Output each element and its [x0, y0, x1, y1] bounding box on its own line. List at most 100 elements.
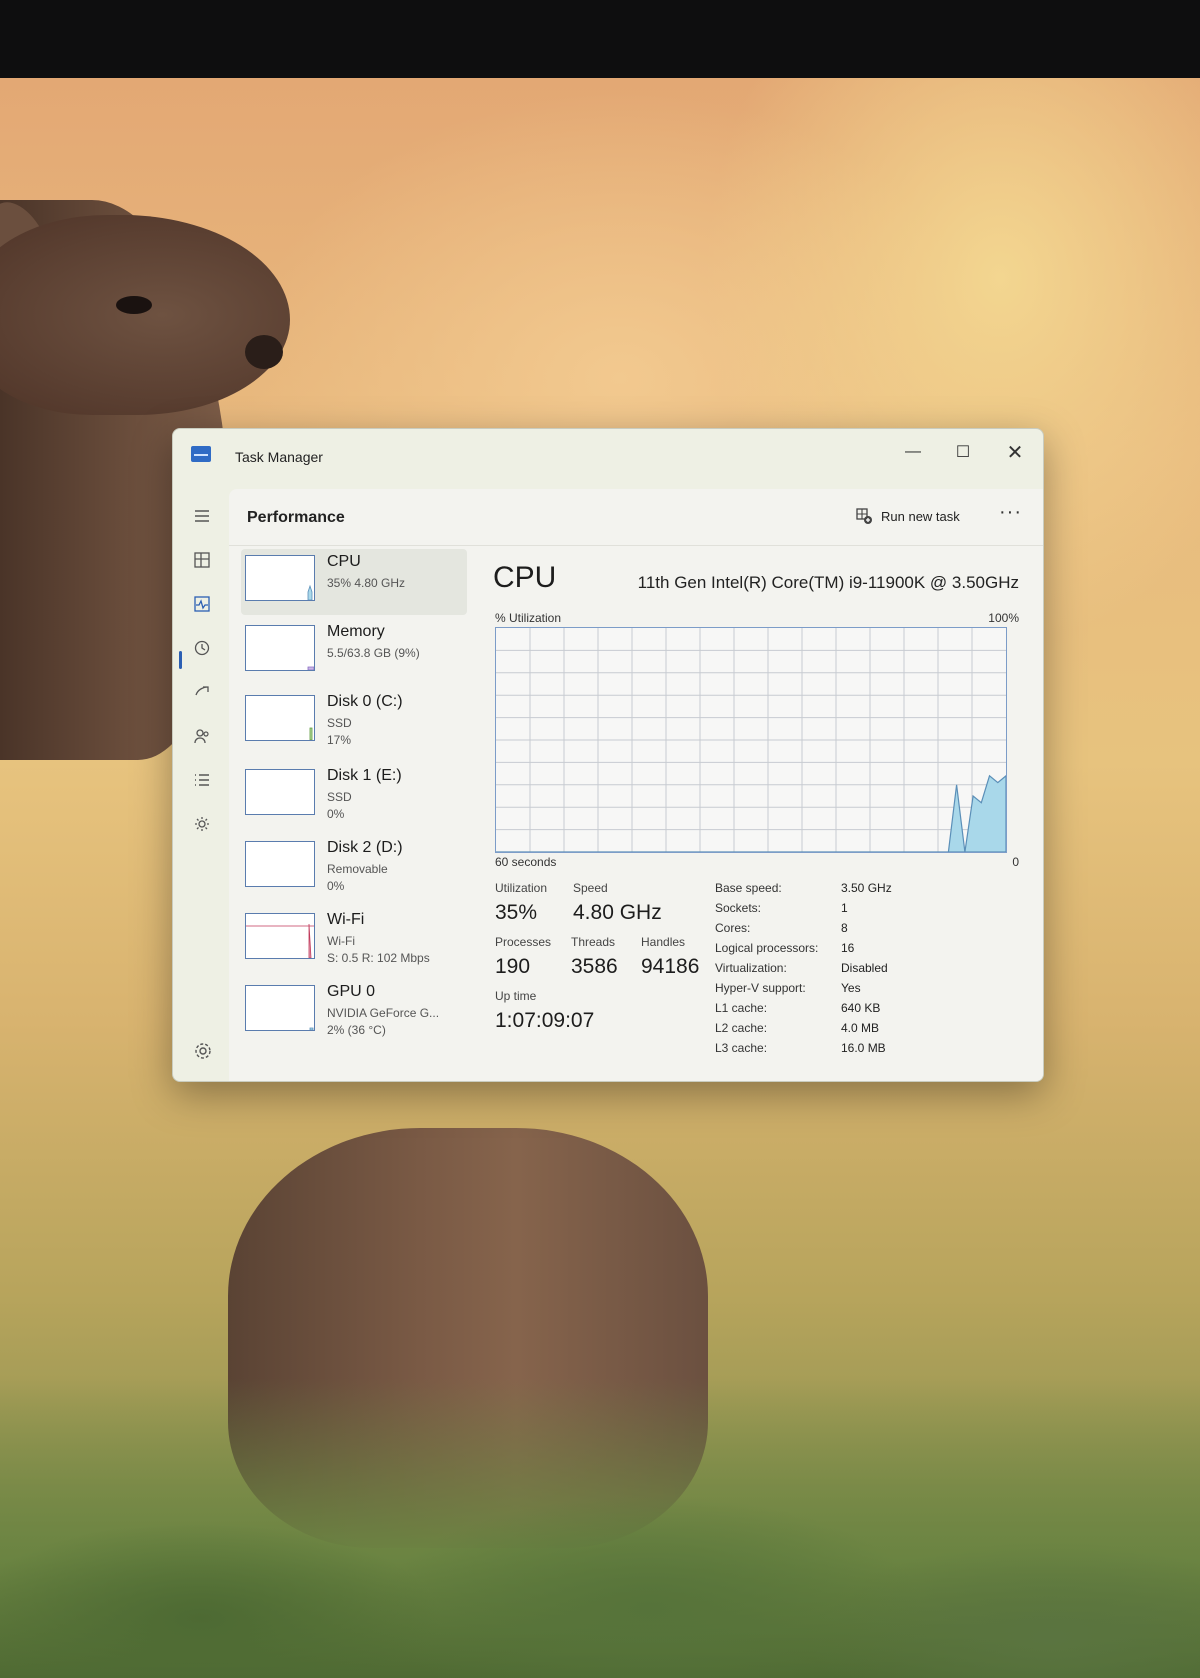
device-item-wifi[interactable]: Wi-Fi Wi-Fi S: 0.5 R: 102 Mbps [241, 907, 467, 973]
wallaby-nose [245, 335, 283, 369]
disk2-thumbnail-graph [245, 841, 315, 887]
processes-label: Processes [495, 935, 552, 949]
cpu-detail-panel: CPU 11th Gen Intel(R) Core(TM) i9-11900K… [491, 561, 1031, 1081]
device-item-cpu[interactable]: CPU 35% 4.80 GHz [241, 549, 467, 615]
wifi-thumbnail-graph [245, 913, 315, 959]
hamburger-menu-button[interactable] [187, 501, 217, 531]
maximize-button[interactable]: ☐ [939, 435, 987, 469]
spec-value: 16.0 MB [841, 1041, 886, 1055]
page-title: Performance [247, 509, 345, 526]
window-title: Task Manager [235, 449, 323, 465]
cpu-model-name: 11th Gen Intel(R) Core(TM) i9-11900K @ 3… [637, 573, 1019, 592]
services-icon [195, 817, 209, 831]
handles-value: 94186 [641, 955, 700, 978]
disk1-thumbnail-graph [245, 769, 315, 815]
run-new-task-label: Run new task [881, 508, 960, 524]
device-type: Wi-Fi [327, 934, 355, 948]
device-item-disk-0[interactable]: Disk 0 (C:) SSD 17% [241, 689, 467, 755]
details-icon [195, 774, 209, 786]
spec-value: Yes [841, 981, 861, 995]
spec-key: Logical processors: [715, 941, 819, 955]
hamburger-icon [195, 510, 209, 522]
nav-startup-apps[interactable] [187, 677, 217, 707]
monitor-bezel [0, 0, 1200, 80]
device-name: Memory [327, 623, 385, 640]
device-type: SSD [327, 716, 352, 730]
handles-label: Handles [641, 935, 686, 949]
gear-icon [195, 1043, 211, 1059]
device-list: CPU 35% 4.80 GHz Memory 5.5/63.8 GB (9%)… [229, 549, 473, 1079]
nav-performance[interactable] [187, 589, 217, 619]
speed-label: Speed [573, 881, 608, 895]
device-item-memory[interactable]: Memory 5.5/63.8 GB (9%) [241, 619, 467, 685]
utilization-label: Utilization [495, 881, 548, 895]
task-manager-window: Task Manager — ☐ ✕ Performance Run new t… [172, 428, 1044, 1082]
gpu-thumbnail-graph [245, 985, 315, 1031]
wallaby-eye [116, 296, 152, 314]
spec-value: 3.50 GHz [841, 881, 892, 895]
nav-services[interactable] [187, 809, 217, 839]
device-item-disk-2[interactable]: Disk 2 (D:) Removable 0% [241, 835, 467, 901]
detail-title: CPU [493, 561, 557, 594]
spec-key: Hyper-V support: [715, 981, 806, 995]
startup-apps-icon [195, 686, 209, 696]
settings-button[interactable] [193, 1041, 213, 1061]
close-icon: ✕ [1006, 441, 1024, 464]
spec-value: 16 [841, 941, 855, 955]
device-model: NVIDIA GeForce G... [327, 1006, 440, 1020]
device-usage: 0% [327, 879, 345, 893]
cpu-utilization-graph [495, 627, 1007, 853]
nav-processes[interactable] [187, 545, 217, 575]
maximize-icon: ☐ [955, 444, 971, 461]
title-bar[interactable]: Task Manager — ☐ ✕ [173, 429, 1043, 481]
task-manager-app-icon [191, 446, 211, 462]
grass-foreground [0, 1378, 1200, 1678]
utilization-value: 35% [495, 901, 538, 924]
device-name: CPU [327, 553, 361, 570]
close-button[interactable]: ✕ [991, 435, 1039, 469]
performance-pane: Performance Run new task ··· CPU 35% 4.8… [229, 489, 1043, 1081]
graph-y-max: 100% [988, 611, 1019, 625]
cpu-utilization-series [496, 774, 1006, 852]
spec-value: Disabled [841, 961, 888, 975]
spec-value: 8 [841, 921, 848, 935]
processes-icon [194, 552, 210, 568]
graph-x-end: 0 [1012, 855, 1019, 869]
run-new-task-icon [856, 508, 872, 524]
spec-key: L2 cache: [715, 1021, 768, 1035]
threads-label: Threads [571, 935, 616, 949]
app-history-icon [194, 640, 210, 656]
uptime-value: 1:07:09:07 [495, 1009, 595, 1032]
uptime-label: Up time [495, 989, 537, 1003]
run-new-task-button[interactable]: Run new task [855, 507, 960, 525]
device-name: Disk 1 (E:) [327, 767, 402, 784]
device-usage: 0% [327, 807, 345, 821]
minimize-button[interactable]: — [889, 435, 937, 469]
memory-thumbnail-graph [245, 625, 315, 671]
device-item-disk-1[interactable]: Disk 1 (E:) SSD 0% [241, 763, 467, 829]
spec-key: Sockets: [715, 901, 762, 915]
device-item-gpu-0[interactable]: GPU 0 NVIDIA GeForce G... 2% (36 °C) [241, 979, 467, 1045]
spec-key: Cores: [715, 921, 751, 935]
navigation-rail [173, 481, 229, 1081]
spec-value: 1 [841, 901, 848, 915]
device-type: SSD [327, 790, 352, 804]
disk0-thumbnail-graph [245, 695, 315, 741]
processes-value: 190 [495, 955, 531, 978]
device-name: Disk 0 (C:) [327, 693, 403, 710]
nav-users[interactable] [187, 721, 217, 751]
threads-value: 3586 [571, 955, 618, 978]
device-name: GPU 0 [327, 983, 376, 1000]
speed-value: 4.80 GHz [573, 901, 662, 924]
spec-key: L3 cache: [715, 1041, 768, 1055]
nav-active-indicator [179, 651, 182, 669]
device-usage: 17% [327, 733, 352, 747]
nav-details[interactable] [187, 765, 217, 795]
minimize-icon: — [905, 443, 921, 460]
device-type: Removable [327, 862, 388, 876]
device-detail: 5.5/63.8 GB (9%) [327, 646, 420, 660]
device-throughput: S: 0.5 R: 102 Mbps [327, 951, 430, 965]
spec-key: Base speed: [715, 881, 782, 895]
more-options-button[interactable]: ··· [999, 501, 1022, 524]
nav-app-history[interactable] [187, 633, 217, 663]
